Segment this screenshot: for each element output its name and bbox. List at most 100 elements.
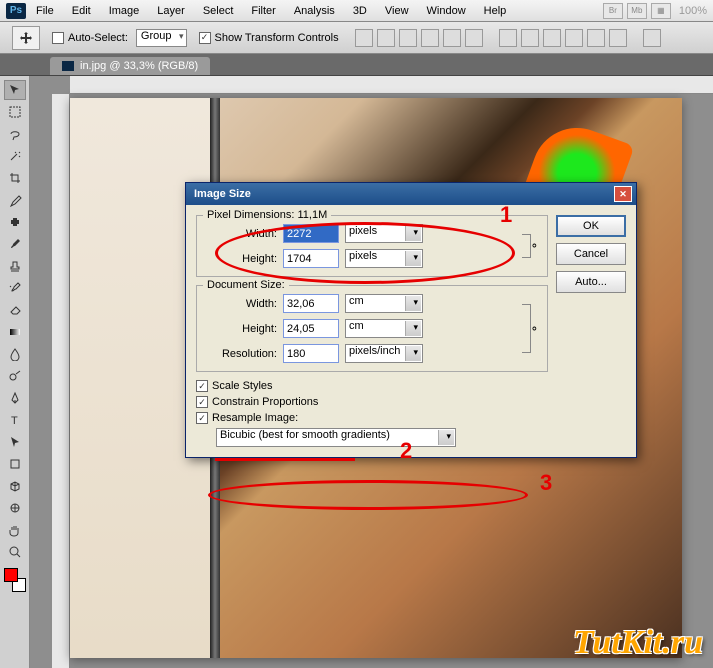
mb-icon[interactable]: Mb bbox=[627, 3, 647, 19]
document-size-legend: Document Size: bbox=[203, 279, 289, 291]
resample-check[interactable] bbox=[196, 412, 208, 424]
arrange-icon[interactable] bbox=[643, 29, 661, 47]
history-brush-tool[interactable] bbox=[4, 278, 26, 298]
align-icon[interactable] bbox=[399, 29, 417, 47]
menu-image[interactable]: Image bbox=[109, 5, 140, 17]
show-transform-check[interactable] bbox=[199, 32, 211, 44]
doc-height-label: Height: bbox=[205, 323, 277, 335]
distribute-icon[interactable] bbox=[543, 29, 561, 47]
document-tab-label: in.jpg @ 33,3% (RGB/8) bbox=[80, 60, 198, 72]
doc-height-unit[interactable]: cm bbox=[345, 319, 423, 338]
ruler-horizontal[interactable] bbox=[70, 76, 713, 94]
eyedropper-tool[interactable] bbox=[4, 190, 26, 210]
menu-file[interactable]: File bbox=[36, 5, 54, 17]
align-icon[interactable] bbox=[377, 29, 395, 47]
auto-select-label: Auto-Select: bbox=[68, 32, 128, 44]
menu-filter[interactable]: Filter bbox=[251, 5, 275, 17]
auto-button[interactable]: Auto... bbox=[556, 271, 626, 293]
move-tool-icon[interactable] bbox=[12, 26, 40, 50]
menu-3d[interactable]: 3D bbox=[353, 5, 367, 17]
scale-styles-check[interactable] bbox=[196, 380, 208, 392]
link-icon bbox=[519, 224, 539, 268]
wand-tool[interactable] bbox=[4, 146, 26, 166]
resample-label: Resample Image: bbox=[212, 412, 298, 424]
pixel-width-unit[interactable]: pixels bbox=[345, 224, 423, 243]
bridge-icon[interactable]: Br bbox=[603, 3, 623, 19]
eraser-tool[interactable] bbox=[4, 300, 26, 320]
resolution-input[interactable] bbox=[283, 344, 339, 363]
cancel-button[interactable]: Cancel bbox=[556, 243, 626, 265]
menu-analysis[interactable]: Analysis bbox=[294, 5, 335, 17]
path-select-tool[interactable] bbox=[4, 432, 26, 452]
resample-method-select[interactable]: Bicubic (best for smooth gradients) bbox=[216, 428, 456, 447]
dialog-titlebar[interactable]: Image Size ✕ bbox=[186, 183, 636, 205]
dodge-tool[interactable] bbox=[4, 366, 26, 386]
document-tab[interactable]: in.jpg @ 33,3% (RGB/8) bbox=[50, 57, 210, 75]
constrain-check[interactable] bbox=[196, 396, 208, 408]
ruler-vertical[interactable] bbox=[52, 94, 70, 668]
annotation-number-1: 1 bbox=[500, 202, 512, 228]
distribute-icon[interactable] bbox=[521, 29, 539, 47]
options-bar: Auto-Select: Group Show Transform Contro… bbox=[0, 22, 713, 54]
3d-camera-tool[interactable] bbox=[4, 498, 26, 518]
align-icon[interactable] bbox=[443, 29, 461, 47]
hand-tool[interactable] bbox=[4, 520, 26, 540]
heal-tool[interactable] bbox=[4, 212, 26, 232]
resolution-label: Resolution: bbox=[205, 348, 277, 360]
document-tab-bar: in.jpg @ 33,3% (RGB/8) bbox=[0, 54, 713, 76]
align-icon[interactable] bbox=[355, 29, 373, 47]
align-icon[interactable] bbox=[465, 29, 483, 47]
constrain-label: Constrain Proportions bbox=[212, 396, 318, 408]
menu-select[interactable]: Select bbox=[203, 5, 234, 17]
distribute-icon[interactable] bbox=[499, 29, 517, 47]
scale-styles-label: Scale Styles bbox=[212, 380, 273, 392]
doc-width-label: Width: bbox=[205, 298, 277, 310]
menu-view[interactable]: View bbox=[385, 5, 409, 17]
align-icon[interactable] bbox=[421, 29, 439, 47]
stamp-tool[interactable] bbox=[4, 256, 26, 276]
pixel-height-input[interactable] bbox=[283, 249, 339, 268]
auto-select-check[interactable] bbox=[52, 32, 64, 44]
distribute-icon[interactable] bbox=[565, 29, 583, 47]
auto-select-type[interactable]: Group bbox=[136, 29, 187, 47]
blur-tool[interactable] bbox=[4, 344, 26, 364]
move-tool[interactable] bbox=[4, 80, 26, 100]
screen-mode-icon[interactable]: ▦ bbox=[651, 3, 671, 19]
gradient-tool[interactable] bbox=[4, 322, 26, 342]
pixel-height-unit[interactable]: pixels bbox=[345, 249, 423, 268]
annotation-underline-2 bbox=[215, 458, 355, 461]
menu-layer[interactable]: Layer bbox=[157, 5, 185, 17]
annotation-number-2: 2 bbox=[400, 438, 412, 464]
menu-window[interactable]: Window bbox=[427, 5, 466, 17]
color-swatch[interactable] bbox=[4, 568, 26, 592]
align-icons bbox=[355, 29, 661, 47]
pen-tool[interactable] bbox=[4, 388, 26, 408]
crop-tool[interactable] bbox=[4, 168, 26, 188]
pixel-dimensions-legend: Pixel Dimensions: 11,1M bbox=[203, 209, 331, 221]
3d-tool[interactable] bbox=[4, 476, 26, 496]
resolution-unit[interactable]: pixels/inch bbox=[345, 344, 423, 363]
doc-width-unit[interactable]: cm bbox=[345, 294, 423, 313]
doc-width-input[interactable] bbox=[283, 294, 339, 313]
close-icon[interactable]: ✕ bbox=[614, 186, 632, 202]
ps-logo: Ps bbox=[6, 3, 26, 19]
annotation-number-3: 3 bbox=[540, 470, 552, 496]
brush-tool[interactable] bbox=[4, 234, 26, 254]
dialog-title: Image Size bbox=[194, 188, 251, 200]
marquee-tool[interactable] bbox=[4, 102, 26, 122]
pixel-width-input[interactable] bbox=[283, 224, 339, 243]
lasso-tool[interactable] bbox=[4, 124, 26, 144]
distribute-icon[interactable] bbox=[587, 29, 605, 47]
zoom-tool[interactable] bbox=[4, 542, 26, 562]
shape-tool[interactable] bbox=[4, 454, 26, 474]
show-transform-label: Show Transform Controls bbox=[215, 32, 339, 44]
menu-edit[interactable]: Edit bbox=[72, 5, 91, 17]
watermark: TutKit.ru bbox=[573, 624, 703, 662]
menu-help[interactable]: Help bbox=[484, 5, 507, 17]
doc-height-input[interactable] bbox=[283, 319, 339, 338]
distribute-icon[interactable] bbox=[609, 29, 627, 47]
type-tool[interactable]: T bbox=[4, 410, 26, 430]
fg-color[interactable] bbox=[4, 568, 18, 582]
menu-bar: Ps File Edit Image Layer Select Filter A… bbox=[0, 0, 713, 22]
ok-button[interactable]: OK bbox=[556, 215, 626, 237]
